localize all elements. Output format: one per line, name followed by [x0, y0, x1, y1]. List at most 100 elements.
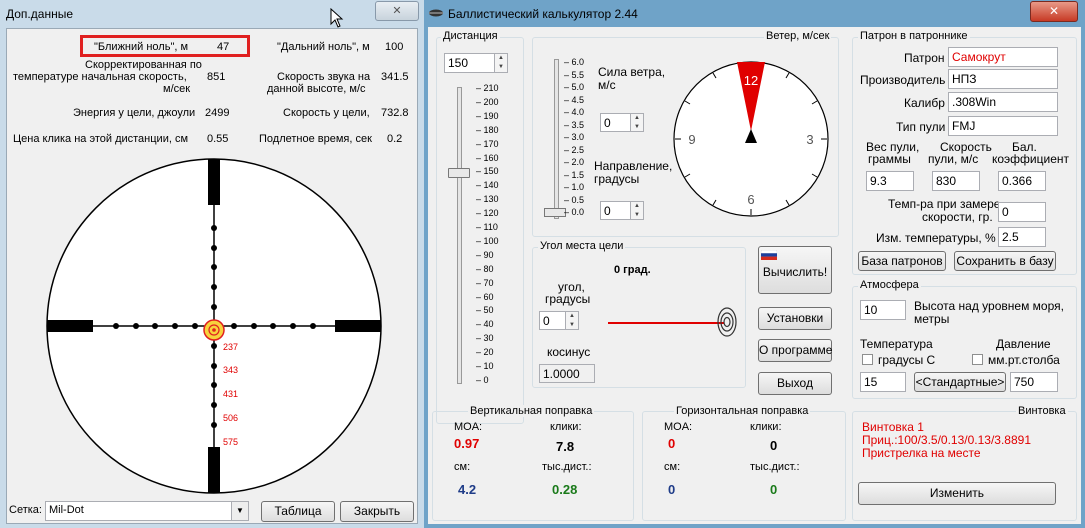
far-zero-value: 100 [385, 41, 404, 53]
angle-value: 0 [543, 314, 550, 328]
vertical-moa-value: 0.97 [454, 436, 480, 451]
distance-tick-40: – 40 [476, 319, 494, 330]
bullet-type-input[interactable]: FMJ [948, 116, 1058, 136]
main-window-title: Баллистический калькулятор 2.44 [448, 7, 638, 21]
target-icon [717, 307, 737, 337]
velocity-input[interactable]: 830 [932, 171, 980, 191]
angle-spinner[interactable]: ▲ ▼ [565, 312, 578, 329]
horizontal-mil-label: тыс.дист.: [750, 461, 800, 473]
standard-atmosphere-button[interactable]: <Стандартные> [914, 372, 1006, 392]
vertical-clicks-label: клики: [550, 421, 582, 433]
corr-velocity-label-3: м/сек [163, 83, 191, 95]
vertical-cm-value: 4.2 [458, 482, 477, 497]
extra-data-titlebar[interactable]: Доп.данные ✕ [0, 0, 424, 28]
clock-12: 12 [744, 73, 758, 88]
distance-tick-170: – 170 [476, 138, 499, 149]
bc-label-2: коэффициент [992, 152, 1070, 166]
temp-change-input[interactable]: 2.5 [998, 227, 1046, 247]
mmhg-label: мм.рт.столба [988, 353, 1060, 367]
wind-tick-0.0: – 0.0 [564, 207, 585, 217]
wind-clock[interactable]: 12 3 6 9 [671, 59, 831, 219]
wind-strength-spinner[interactable]: ▲ ▼ [630, 114, 643, 131]
distance-slider-thumb[interactable] [448, 168, 470, 179]
energy-value: 2499 [205, 107, 230, 119]
temperature-input[interactable]: 15 [860, 372, 906, 392]
flight-time-value: 0.2 [387, 133, 403, 145]
reticle-post-right [335, 320, 381, 332]
close-window-button[interactable]: ✕ [375, 1, 419, 21]
angle-caption: Угол места цели [538, 240, 626, 252]
weight-input[interactable]: 9.3 [866, 171, 914, 191]
close-button[interactable]: Закрыть [340, 501, 414, 522]
cartridge-caption: Патрон в патроннике [858, 30, 970, 42]
clock-6: 6 [747, 192, 754, 207]
wind-slider-thumb[interactable] [544, 208, 566, 217]
range-mark-3: 431 [223, 389, 238, 399]
cosine-output: 1.0000 [539, 364, 595, 383]
wind-tick-3.0: – 3.0 [564, 132, 585, 142]
vertical-caption: Вертикальная поправка [468, 405, 595, 417]
distance-tick-200: – 200 [476, 96, 499, 107]
wind-strength-input[interactable]: 0 ▲ ▼ [600, 113, 644, 132]
pressure-input[interactable]: 750 [1010, 372, 1058, 392]
horizontal-clicks-value: 0 [770, 438, 778, 453]
celsius-checkbox[interactable] [862, 354, 873, 365]
wind-direction-spinner[interactable]: ▲ ▼ [630, 202, 643, 219]
temp-measure-input[interactable]: 0 [998, 202, 1046, 222]
main-titlebar[interactable]: Баллистический калькулятор 2.44 ✕ [424, 0, 1085, 28]
distance-input[interactable]: 150 ▲ ▼ [444, 53, 508, 73]
corr-velocity-label-2: температуре начальная скорость, [13, 71, 187, 83]
main-close-button[interactable]: ✕ [1030, 1, 1078, 22]
wind-tick-4.5: – 4.5 [564, 94, 585, 105]
near-zero-highlight [80, 35, 250, 57]
distance-tick-160: – 160 [476, 152, 499, 163]
chevron-down-icon[interactable]: ▼ [231, 502, 248, 520]
distance-spinner[interactable]: ▲ ▼ [494, 54, 507, 72]
altitude-label-1: Высота над уровнем моря, [914, 299, 1064, 313]
wind-tick-1.0: – 1.0 [564, 182, 585, 192]
cartridge-db-button[interactable]: База патронов [858, 251, 946, 271]
wind-tick-1.5: – 1.5 [564, 169, 585, 180]
reticle-select-value: Mil-Dot [49, 504, 84, 516]
range-mark-4: 506 [223, 413, 238, 423]
energy-label: Энергия у цели, джоули [73, 107, 196, 119]
wind-direction-input[interactable]: 0 ▲ ▼ [600, 201, 644, 220]
click-price-label: Цена клика на этой дистанции, см [13, 133, 189, 145]
about-button[interactable]: О программе [758, 339, 832, 362]
altitude-input[interactable]: 10 [860, 300, 906, 320]
bc-input[interactable]: 0.366 [998, 171, 1046, 191]
sound-speed-label-1: Скорость звука на [277, 71, 371, 83]
distance-tick-190: – 190 [476, 110, 499, 121]
temperature-label: Температура [860, 337, 933, 351]
maker-input[interactable]: НПЗ [948, 69, 1058, 89]
wind-caption: Ветер, м/сек [764, 30, 832, 42]
altitude-label-2: метры [914, 312, 950, 326]
mmhg-checkbox[interactable] [972, 354, 983, 365]
reticle-select[interactable]: Mil-Dot ▼ [45, 501, 249, 521]
horizontal-cm-label: см: [664, 461, 681, 473]
distance-tick-100: – 100 [476, 235, 499, 246]
extra-data-client: "Ближний ноль", м 47 "Дальний ноль", м 1… [6, 28, 418, 524]
vertical-cm-label: см: [454, 461, 471, 473]
distance-tick-30: – 30 [476, 333, 494, 344]
ballistic-calculator-window: Баллистический калькулятор 2.44 ✕ Дистан… [424, 0, 1085, 528]
distance-tick-70: – 70 [476, 277, 494, 288]
caliber-input[interactable]: .308Win [948, 92, 1058, 112]
calculate-button[interactable]: Вычислить! [758, 246, 832, 294]
vertical-clicks-value: 7.8 [556, 439, 575, 454]
angle-input[interactable]: 0 ▲ ▼ [539, 311, 579, 330]
wind-slider-track[interactable] [554, 59, 559, 219]
distance-tick-130: – 130 [476, 194, 499, 205]
settings-button[interactable]: Установки [758, 307, 832, 330]
exit-button[interactable]: Выход [758, 372, 832, 395]
reticle-view[interactable]: 237 343 431 506 575 [45, 157, 383, 495]
change-rifle-button[interactable]: Изменить [858, 482, 1056, 505]
distance-slider-track[interactable] [457, 87, 462, 384]
table-button[interactable]: Таблица [261, 501, 335, 522]
clock-3: 3 [806, 132, 813, 147]
russia-flag-icon [761, 250, 777, 260]
cartridge-input[interactable]: Самокрут [948, 47, 1058, 67]
save-to-db-button[interactable]: Сохранить в базу [954, 251, 1056, 271]
temp-measure-label-2: скорости, гр. [922, 210, 993, 224]
impact-point-icon [203, 319, 225, 341]
